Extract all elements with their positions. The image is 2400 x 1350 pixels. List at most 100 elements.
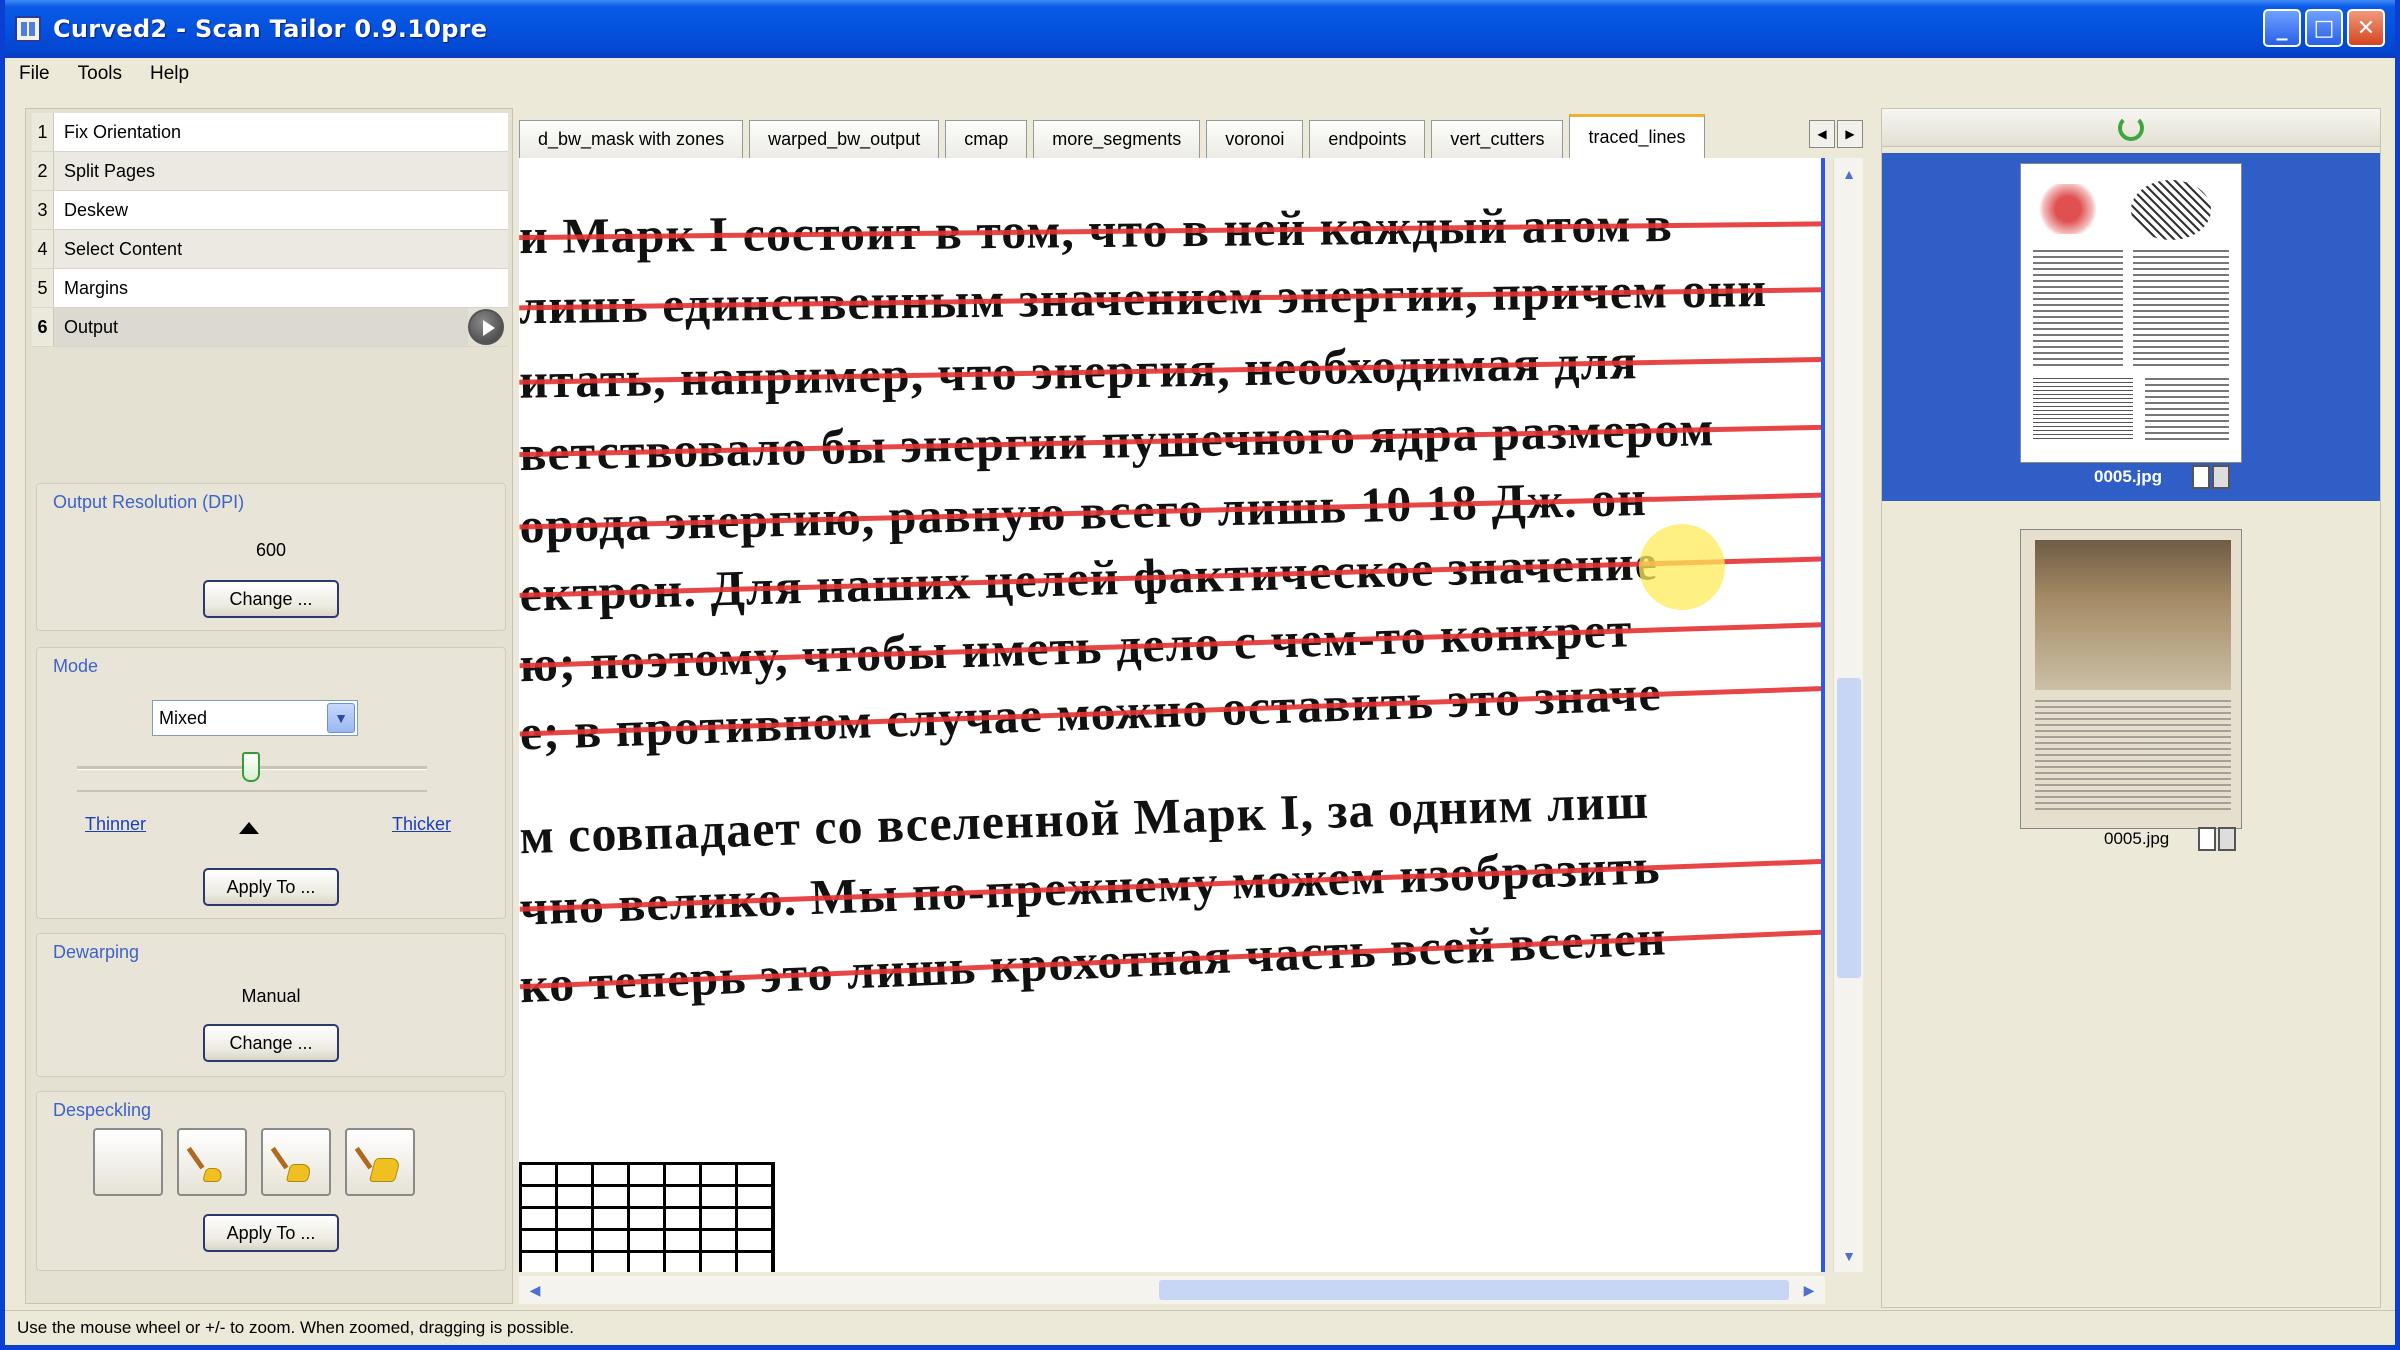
- thumbnail-panel: 0005.jpg 0005.jpg: [1881, 108, 2381, 1308]
- stage-split-pages[interactable]: 2 Split Pages: [32, 152, 508, 191]
- tab-endpoints[interactable]: endpoints: [1309, 120, 1426, 158]
- change-dewarping-button[interactable]: Change ...: [203, 1024, 339, 1062]
- mode-group: Mode Mixed ▼ Thinner Thicker Apply To ..…: [36, 647, 506, 919]
- stage-margins[interactable]: 5 Margins: [32, 269, 508, 308]
- thicker-link[interactable]: Thicker: [392, 814, 451, 835]
- thumbnail-photo: [2035, 540, 2231, 690]
- stage-label: Deskew: [54, 191, 508, 229]
- despeckle-off-button[interactable]: [93, 1128, 163, 1196]
- dewarping-value: Manual: [241, 986, 301, 1006]
- broom-large-icon: [354, 1142, 402, 1182]
- tab-bw-mask-zones[interactable]: d_bw_mask with zones: [519, 120, 744, 158]
- thumbnail-text: [2133, 250, 2229, 370]
- tab-scroll-left-icon[interactable]: ◀: [1809, 120, 1835, 148]
- tab-warped-bw-output[interactable]: warped_bw_output: [749, 120, 940, 158]
- window-title: Curved2 - Scan Tailor 0.9.10pre: [53, 15, 488, 43]
- thumbnail-grid: [2033, 378, 2133, 442]
- mode-apply-button[interactable]: Apply To ...: [203, 868, 339, 906]
- scroll-down-icon[interactable]: ▼: [1837, 1244, 1861, 1268]
- tab-scroll-right-icon[interactable]: ▶: [1837, 120, 1863, 148]
- horizontal-scrollbar[interactable]: ◀ ▶: [519, 1276, 1825, 1304]
- menu-help[interactable]: Help: [136, 63, 203, 85]
- scroll-up-icon[interactable]: ▲: [1837, 162, 1861, 186]
- play-icon[interactable]: [468, 309, 504, 345]
- text-line: и Марк I состоит в том, что в ней каждый…: [519, 193, 1821, 264]
- app-window: Curved2 - Scan Tailor 0.9.10pre _ □ ✕ Fi…: [0, 0, 2400, 1350]
- minimize-button[interactable]: _: [2263, 9, 2301, 47]
- despeckle-apply-button[interactable]: Apply To ...: [203, 1214, 339, 1252]
- stage-number: 6: [32, 308, 54, 346]
- page-image[interactable]: и Марк I состоит в том, что в ней каждый…: [519, 158, 1825, 1272]
- slider-ticks: [77, 790, 427, 792]
- stage-number: 4: [32, 230, 54, 268]
- thumbnail-figure: [2035, 184, 2101, 234]
- despeckling-group: Despeckling Apply To ...: [36, 1091, 506, 1271]
- chevron-down-icon[interactable]: ▼: [327, 703, 355, 733]
- tab-more-segments[interactable]: more_segments: [1033, 120, 1201, 158]
- page-marker-icon: [2198, 827, 2216, 851]
- change-resolution-button[interactable]: Change ...: [203, 580, 339, 618]
- tab-traced-lines[interactable]: traced_lines: [1569, 114, 1705, 158]
- tab-cmap[interactable]: cmap: [945, 120, 1028, 158]
- stage-fix-orientation[interactable]: 1 Fix Orientation: [32, 113, 508, 152]
- stage-list: 1 Fix Orientation 2 Split Pages 3 Deskew…: [32, 113, 508, 347]
- text-line: м совпадает со вселенной Марк I, за одни…: [519, 765, 1821, 864]
- resolution-title: Output Resolution (DPI): [53, 492, 245, 512]
- broom-medium-icon: [270, 1142, 314, 1182]
- thinner-link[interactable]: Thinner: [85, 814, 146, 835]
- broom-small-icon: [186, 1142, 230, 1182]
- page-marker-icon: [2192, 465, 2210, 489]
- stage-label: Output: [54, 308, 468, 346]
- thumbnail-header: [1882, 109, 2380, 147]
- stage-number: 1: [32, 113, 54, 151]
- thumbnail-item-selected[interactable]: 0005.jpg: [1882, 153, 2380, 501]
- title-bar: Curved2 - Scan Tailor 0.9.10pre _ □ ✕: [5, 0, 2395, 58]
- despeckle-normal-button[interactable]: [261, 1128, 331, 1196]
- stage-label: Select Content: [54, 230, 508, 268]
- tab-vert-cutters[interactable]: vert_cutters: [1431, 120, 1564, 158]
- thickness-slider-thumb[interactable]: [242, 752, 260, 782]
- refresh-icon[interactable]: [2118, 114, 2144, 141]
- page-thumbnail: [2020, 163, 2242, 463]
- thumbnail-text: [2033, 250, 2123, 370]
- mode-select[interactable]: Mixed ▼: [152, 700, 358, 736]
- dewarping-group: Dewarping Manual Change ...: [36, 933, 506, 1077]
- maximize-button[interactable]: □: [2305, 9, 2343, 47]
- despeckle-aggressive-button[interactable]: [345, 1128, 415, 1196]
- horizontal-scroll-thumb[interactable]: [1159, 1280, 1789, 1300]
- page-marker-icon: [2218, 827, 2236, 851]
- cursor-highlight: [1639, 524, 1725, 610]
- menu-file[interactable]: File: [5, 63, 64, 85]
- despeckling-title: Despeckling: [53, 1100, 152, 1120]
- close-button[interactable]: ✕: [2347, 9, 2385, 47]
- text-line: лишь единственным значением энергии, при…: [519, 259, 1821, 334]
- despeckle-cautious-button[interactable]: [177, 1128, 247, 1196]
- page-thumbnail[interactable]: [2020, 529, 2242, 829]
- mode-title: Mode: [53, 656, 99, 676]
- vertical-scrollbar[interactable]: ▲ ▼: [1833, 158, 1863, 1272]
- stage-label: Split Pages: [54, 152, 508, 190]
- text-line: итать, например, что энергия, необходима…: [519, 328, 1821, 409]
- debug-tabs: d_bw_mask with zones warped_bw_output cm…: [519, 114, 1819, 158]
- scroll-left-icon[interactable]: ◀: [523, 1278, 547, 1302]
- image-view-area: d_bw_mask with zones warped_bw_output cm…: [519, 108, 1867, 1308]
- stage-select-content[interactable]: 4 Select Content: [32, 230, 508, 269]
- stage-deskew[interactable]: 3 Deskew: [32, 191, 508, 230]
- thumbnail-text: [2145, 378, 2229, 442]
- menu-tools[interactable]: Tools: [64, 63, 136, 85]
- app-icon: [15, 16, 41, 42]
- stage-number: 3: [32, 191, 54, 229]
- left-panel: 1 Fix Orientation 2 Split Pages 3 Deskew…: [25, 108, 513, 1304]
- tab-voronoi[interactable]: voronoi: [1206, 120, 1304, 158]
- grid-figure: [519, 1162, 775, 1272]
- stage-number: 5: [32, 269, 54, 307]
- thumbnail-label: 0005.jpg: [2104, 829, 2170, 848]
- vertical-scroll-thumb[interactable]: [1837, 678, 1861, 978]
- stage-output[interactable]: 6 Output: [32, 308, 508, 347]
- reset-arrow-icon[interactable]: [239, 822, 259, 834]
- thumbnail-text: [2035, 700, 2231, 810]
- menu-bar: File Tools Help: [5, 58, 2395, 90]
- dewarping-title: Dewarping: [53, 942, 140, 962]
- scroll-right-icon[interactable]: ▶: [1797, 1278, 1821, 1302]
- status-bar: Use the mouse wheel or +/- to zoom. When…: [5, 1310, 2395, 1344]
